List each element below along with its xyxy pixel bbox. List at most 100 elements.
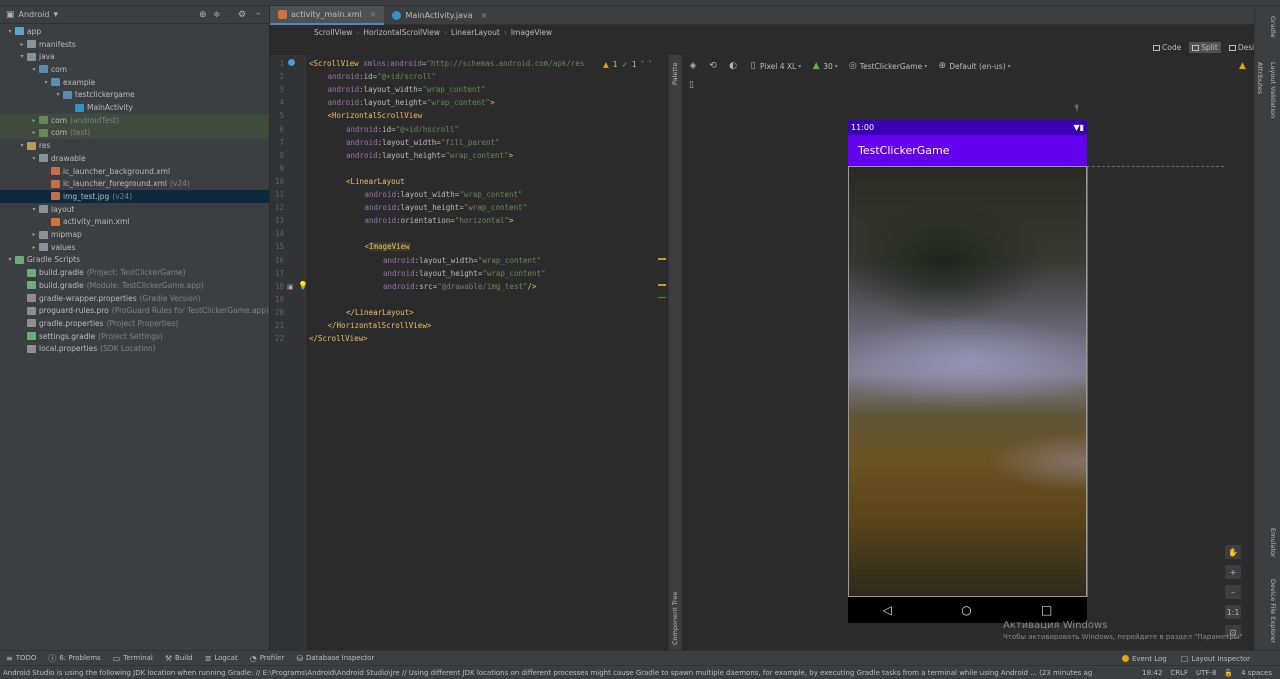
chevron-down-icon[interactable]: ▾ [6, 256, 14, 263]
project-tree-item[interactable]: ic_launcher_background.xml [0, 165, 269, 178]
project-tree-item[interactable]: ▸ com (test) [0, 126, 269, 140]
indent-setting[interactable]: 4 spaces [1241, 669, 1272, 677]
code-line[interactable]: </ScrollView> [309, 334, 368, 343]
chevron-right-icon[interactable]: ▸ [30, 244, 38, 251]
project-tree-item[interactable]: proguard-rules.pro (ProGuard Rules for Te… [0, 304, 269, 317]
code-mode-button[interactable]: Code [1150, 42, 1184, 53]
code-line[interactable]: <LinearLayout [346, 177, 405, 186]
code-line[interactable]: </HorizontalScrollView> [328, 321, 432, 330]
code-line[interactable]: android:layout_height="wrap_content" [383, 269, 546, 278]
tab-activity-main-xml[interactable]: activity_main.xml × [270, 6, 385, 25]
tool-window-button[interactable]: ▭ Terminal [113, 653, 153, 664]
chevron-down-icon[interactable]: ▾ [54, 91, 62, 98]
locale-selector[interactable]: ⊕ Default (en-us) ▾ [937, 61, 1010, 71]
chevron-right-icon[interactable]: ▸ [18, 41, 26, 48]
project-tree-item[interactable]: ▾ Gradle Scripts [0, 254, 269, 267]
project-tree-item[interactable]: build.gradle (Project: TestClickerGame) [0, 266, 269, 279]
inspection-widget[interactable]: ▲ 1 ✓ 1 ˄ ˅ [603, 60, 652, 69]
line-separator[interactable]: CRLF [1170, 669, 1188, 677]
breadcrumb-item[interactable]: HorizontalScrollView [359, 28, 444, 37]
project-tree-item[interactable]: ▾ example [0, 76, 269, 89]
code-line[interactable]: android:layout_height="wrap_content"> [346, 151, 513, 160]
tool-window-button[interactable]: ◔ Profiler [250, 653, 285, 664]
code-line[interactable]: android:layout_width="wrap_content" [365, 190, 523, 199]
file-encoding[interactable]: UTF-8 [1196, 669, 1216, 677]
lock-icon[interactable]: 🔓 [1224, 669, 1233, 677]
pan-icon[interactable]: ✋ [1225, 545, 1241, 559]
locate-icon[interactable]: ⊕ [199, 10, 207, 20]
zoom-out-icon[interactable]: – [1225, 585, 1241, 599]
project-tree-item[interactable]: activity_main.xml [0, 216, 269, 229]
theme-selector[interactable]: ◎ TestClickerGame ▾ [848, 61, 927, 71]
zoom-in-icon[interactable]: + [1225, 565, 1241, 579]
chevron-down-icon[interactable]: ▾ [42, 79, 50, 86]
layout-inspector-button[interactable]: ▢ Layout Inspector [1181, 654, 1250, 663]
breadcrumb-item[interactable]: ScrollView [310, 28, 356, 37]
tool-window-button[interactable]: ≡ TODO [6, 653, 36, 664]
project-tree-item[interactable]: ▾ com [0, 63, 269, 76]
split-mode-button[interactable]: Split [1189, 42, 1221, 53]
event-log-button[interactable]: Event Log [1121, 655, 1167, 663]
code-editor[interactable]: <ScrollView xmlns:android="http://schema… [306, 55, 666, 650]
change-stripe[interactable] [658, 297, 666, 298]
code-line[interactable]: </LinearLayout> [346, 308, 414, 317]
project-tree-item[interactable]: settings.gradle (Project Settings) [0, 330, 269, 343]
code-line[interactable]: android:layout_height="wrap_content"> [328, 98, 495, 107]
status-message[interactable]: Android Studio is using the following JD… [3, 669, 1092, 677]
code-line[interactable]: <ImageView [365, 242, 410, 252]
project-tree-item[interactable]: ▾ java [0, 50, 269, 63]
project-tree-item[interactable]: ▸ values [0, 241, 269, 254]
project-tree-item[interactable]: gradle-wrapper.properties (Gradle Version… [0, 292, 269, 305]
warning-stripe[interactable] [658, 258, 666, 260]
gradle-tab[interactable]: Gradle [1269, 16, 1277, 38]
project-view-selector[interactable]: ▣ Android ▾ [6, 10, 58, 20]
project-tree-item[interactable]: ▸ com (androidTest) [0, 113, 269, 127]
zoom-actual-button[interactable]: 1:1 [1225, 605, 1241, 619]
night-mode-icon[interactable]: ◐ [728, 61, 738, 71]
gear-icon[interactable]: ⚙ [238, 10, 246, 20]
chevron-right-icon[interactable]: ▸ [30, 129, 38, 136]
code-line[interactable]: android:orientation="horizontal"> [365, 216, 514, 225]
project-tree-item[interactable]: MainActivity [0, 101, 269, 114]
layers-icon[interactable]: ◈ [688, 61, 698, 71]
tool-window-button[interactable]: ⛁ Database Inspector [296, 653, 374, 664]
code-line[interactable]: android:layout_width="fill_parent" [346, 138, 500, 147]
code-line[interactable]: <HorizontalScrollView [328, 111, 423, 120]
select-device-icon[interactable]: ▯ [689, 80, 694, 90]
tab-main-activity-java[interactable]: MainActivity.java × [384, 6, 495, 25]
phone-app-bar[interactable]: TestClickerGame [848, 135, 1087, 166]
close-icon[interactable]: × [481, 11, 488, 20]
chevron-down-icon[interactable]: ▾ [30, 66, 38, 73]
project-tree-item[interactable]: gradle.properties (Project Properties) [0, 317, 269, 330]
project-tree-item[interactable]: ▾ res [0, 139, 269, 152]
breadcrumb-item[interactable]: ImageView [507, 28, 556, 37]
emulator-tab[interactable]: Emulator [1269, 528, 1277, 558]
code-line[interactable]: android:src="@drawable/img_test"/> [383, 282, 537, 291]
tool-window-button[interactable]: ⚒ Build [165, 653, 193, 664]
breadcrumb-item[interactable]: LinearLayout [447, 28, 504, 37]
project-tree-item[interactable]: ▾ app [0, 25, 269, 38]
chevron-down-icon[interactable]: ▾ [18, 142, 26, 149]
project-tree-item[interactable]: ▾ drawable [0, 152, 269, 165]
chevron-up-icon[interactable]: ˄ [641, 60, 645, 69]
code-line[interactable]: android:layout_height="wrap_content" [365, 203, 528, 212]
project-tree-item[interactable]: img_test.jpg (v24) [0, 190, 269, 203]
project-tree-item[interactable]: ▸ manifests [0, 38, 269, 51]
project-tree-item[interactable]: ▾ layout [0, 203, 269, 216]
code-line[interactable]: android:layout_width="wrap_content" [383, 256, 541, 265]
caret-position[interactable]: 18:42 [1142, 669, 1162, 677]
project-tree-item[interactable]: build.gradle (Module: TestClickerGame.app… [0, 279, 269, 292]
warning-icon[interactable]: ▲ [1239, 61, 1246, 71]
close-icon[interactable]: × [370, 10, 377, 19]
image-view-preview[interactable] [848, 166, 1087, 597]
code-line[interactable]: <ScrollView xmlns:android="http://schema… [309, 59, 584, 68]
chevron-down-icon[interactable]: ▾ [30, 155, 38, 162]
code-line[interactable]: android:id="@+id/hscroll" [346, 125, 459, 134]
warning-stripe[interactable] [658, 284, 666, 286]
component-tree-tab[interactable]: Component Tree [671, 592, 679, 645]
hide-icon[interactable]: – [256, 9, 261, 19]
chevron-down-icon[interactable]: ▾ [18, 53, 26, 60]
orientation-icon[interactable]: ⟲ [708, 61, 718, 71]
tool-window-button[interactable]: ⓘ 6: Problems [48, 653, 100, 664]
chevron-down-icon[interactable]: ▾ [30, 206, 38, 213]
